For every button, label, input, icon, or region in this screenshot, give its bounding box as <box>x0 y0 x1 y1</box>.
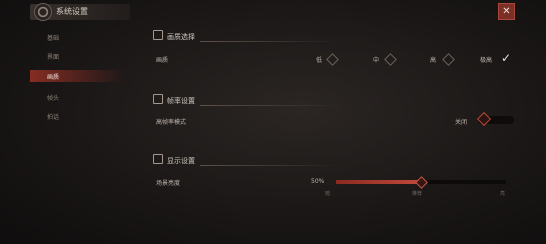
sidebar-item-frame[interactable]: 帧头 <box>47 93 59 102</box>
close-icon: ✕ <box>502 5 511 17</box>
display-icon <box>153 154 163 164</box>
image-icon <box>153 30 163 40</box>
section-divider <box>200 41 340 42</box>
quality-option-low-label: 低 <box>316 57 323 64</box>
high-framerate-state: 关闭 <box>455 119 468 126</box>
section-divider <box>200 165 340 166</box>
sidebar-item-label: 画质 <box>47 74 60 81</box>
quality-label: 画质 <box>156 57 169 64</box>
display-section-heading: 显示设置 <box>153 154 195 166</box>
quality-option-high[interactable] <box>442 53 455 66</box>
brightness-slider-handle[interactable] <box>415 176 428 189</box>
brightness-slider-fill <box>336 180 421 184</box>
checkmark-icon[interactable]: ✓ <box>501 51 511 65</box>
gear-icon <box>35 4 51 20</box>
quality-option-low[interactable] <box>326 53 339 66</box>
framerate-icon <box>153 94 163 104</box>
brightness-label: 场景亮度 <box>156 180 181 187</box>
close-button[interactable]: ✕ <box>498 3 515 20</box>
quality-option-high-label: 高 <box>430 57 437 64</box>
quality-section-heading: 画质选择 <box>153 30 195 42</box>
sidebar-item-other[interactable]: 拍话 <box>47 112 59 121</box>
sidebar-item-basic[interactable]: 基础 <box>47 33 59 42</box>
slider-tick-dark: 暗 <box>325 191 331 197</box>
quality-option-mid[interactable] <box>384 53 397 66</box>
brightness-value: 50% <box>311 178 325 185</box>
slider-tick-recommended: 推荐 <box>412 191 423 197</box>
high-framerate-label: 高帧率模式 <box>156 119 187 126</box>
framerate-section-heading: 帧率设置 <box>153 94 195 106</box>
quality-option-mid-label: 中 <box>373 57 380 64</box>
window-title: 系统设置 <box>56 7 88 16</box>
slider-tick-bright: 亮 <box>500 191 506 197</box>
sidebar-item-interface[interactable]: 界面 <box>47 52 59 61</box>
section-divider <box>200 105 340 106</box>
sidebar-item-quality[interactable]: 画质 <box>30 70 125 82</box>
quality-option-ultra-label: 极高 <box>480 57 493 64</box>
